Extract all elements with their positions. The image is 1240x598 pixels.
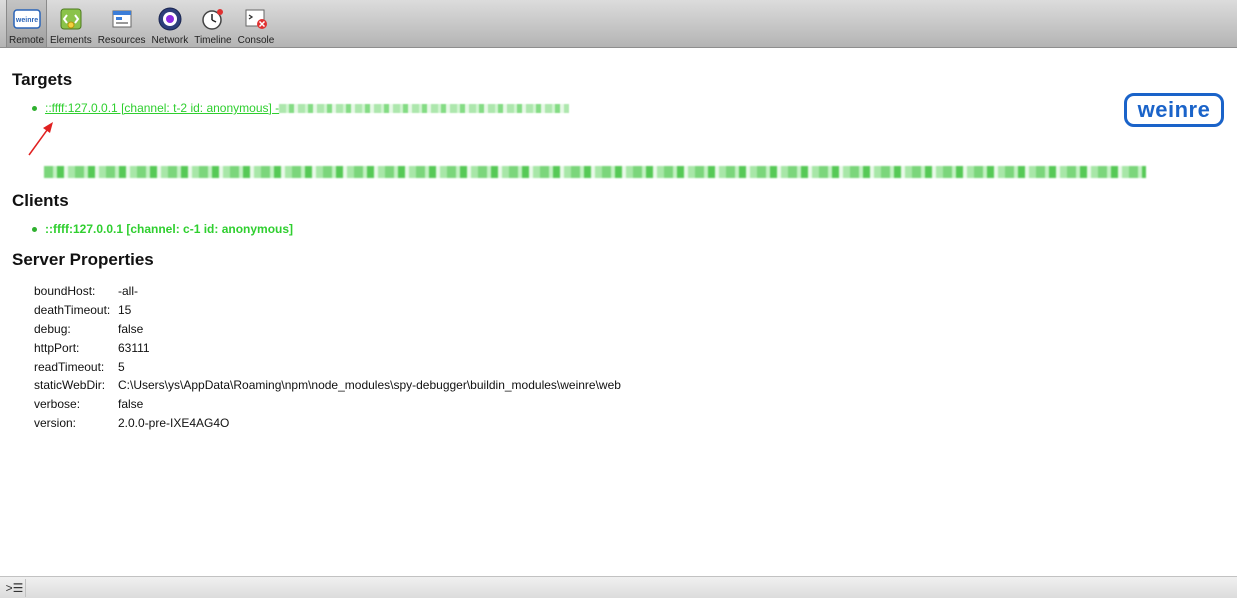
clients-heading: Clients [12,191,69,210]
network-icon [155,4,185,34]
prop-value: -all- [118,284,138,299]
weinre-logo: weinre [1124,93,1224,127]
target-item[interactable]: ::ffff:127.0.0.1 [channel: t-2 id: anony… [32,101,570,115]
prop-value: 2.0.0-pre-IXE4AG4O [118,415,230,430]
status-bar: >☰ [0,576,1237,598]
toolbar-timeline[interactable]: Timeline [191,0,234,47]
toolbar-elements[interactable]: Elements [47,0,95,47]
prop-value: C:\Users\ys\AppData\Roaming\npm\node_mod… [118,378,621,393]
prop-row: httpPort: 63111 [34,338,621,357]
prop-value: false [118,321,144,336]
prop-row: verbose: false [34,395,621,414]
prop-value: 5 [118,359,125,374]
bullet [32,105,37,111]
toolbar: weinre Remote Elements Resources Network… [0,0,1237,48]
prop-key: verbose: [34,397,81,412]
prop-value: 15 [118,303,132,318]
toolbar-remote[interactable]: weinre Remote [6,0,48,47]
toolbar-label-remote: Remote [9,35,45,46]
prop-row: boundHost: -all- [34,282,621,301]
prop-key: version: [34,415,77,430]
toolbar-label-elements: Elements [50,35,92,46]
prop-key: debug: [34,321,71,336]
prop-key: deathTimeout: [34,303,111,318]
prop-key: boundHost: [34,284,96,299]
redacted-user-agent [44,166,1146,178]
toolbar-resources[interactable]: Resources [95,0,149,47]
client-item: ::ffff:127.0.0.1 [channel: c-1 id: anony… [32,222,293,236]
timeline-icon [198,4,228,34]
console-toggle-icon[interactable]: >☰ [4,579,26,597]
toolbar-label-resources: Resources [97,35,146,46]
prop-row: debug: false [34,320,621,339]
redacted-url [279,103,570,113]
targets-heading: Targets [12,70,73,89]
prop-row: staticWebDir: C:\Users\ys\AppData\Roamin… [34,376,621,395]
client-text: ::ffff:127.0.0.1 [channel: c-1 id: anony… [45,222,294,236]
console-icon [241,4,271,34]
elements-icon [56,4,86,34]
toolbar-label-timeline: Timeline [194,35,232,46]
bullet [32,226,37,232]
prop-key: readTimeout: [34,359,105,374]
svg-text:weinre: weinre [14,17,37,24]
toolbar-console[interactable]: Console [235,0,278,47]
server-properties-heading: Server Properties [12,250,154,269]
prop-row: version: 2.0.0-pre-IXE4AG4O [34,414,621,433]
weinre-logo-icon: weinre [12,4,42,34]
prop-key: staticWebDir: [34,378,106,393]
prop-value: false [118,397,144,412]
toolbar-label-console: Console [237,35,275,46]
prop-value: 63111 [118,340,150,355]
toolbar-label-network: Network [151,35,189,46]
annotation-arrow-icon [28,122,53,156]
toolbar-network[interactable]: Network [149,0,192,47]
resources-icon [107,4,137,34]
prop-row: deathTimeout: 15 [34,301,621,320]
prop-key: httpPort: [34,340,80,355]
server-properties-table: boundHost: -all- deathTimeout: 15 debug:… [34,282,621,432]
target-link[interactable]: ::ffff:127.0.0.1 [channel: t-2 id: anony… [45,101,279,115]
prop-row: readTimeout: 5 [34,357,621,376]
